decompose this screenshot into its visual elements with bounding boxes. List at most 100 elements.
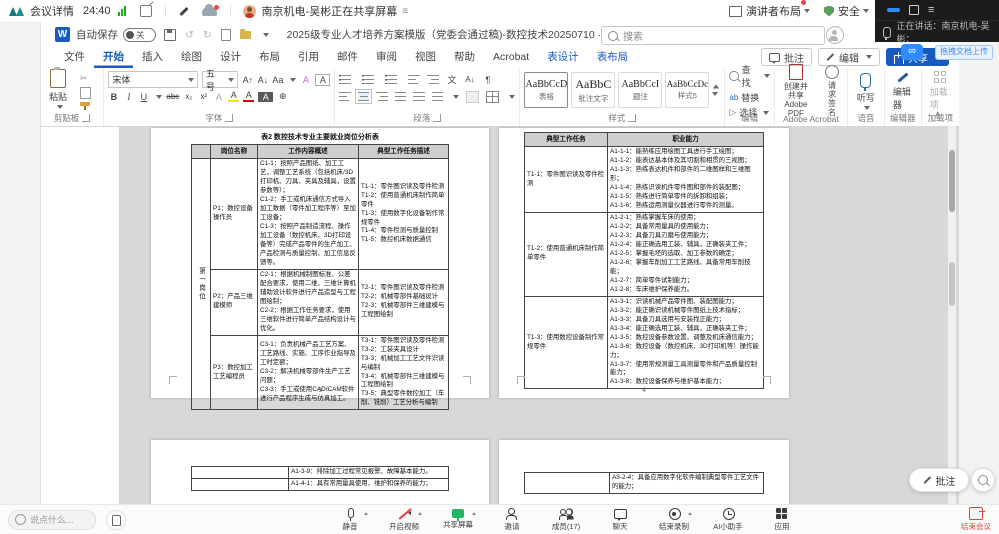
tab-home[interactable]: 开始 — [94, 47, 133, 68]
tab-view[interactable]: 视图 — [406, 47, 445, 68]
change-case-button[interactable]: Aa — [272, 75, 283, 85]
sharing-options-icon[interactable]: ≡ — [402, 6, 408, 17]
line-spacing-button[interactable] — [431, 92, 444, 101]
clear-formatting-button[interactable]: A — [300, 75, 311, 85]
highlight-button[interactable]: A — [228, 91, 240, 102]
undo-icon[interactable]: ↺ — [185, 29, 194, 41]
styles-scroll-up[interactable] — [713, 84, 720, 89]
document-page-1[interactable]: 表2 数控技术专业主要就业岗位分析表 岗位名称 工作内容概述 典型工作任务描述 … — [151, 128, 489, 411]
chat-button[interactable]: 聊天 — [600, 505, 640, 532]
tab-mailings[interactable]: 邮件 — [328, 47, 367, 68]
italic-button[interactable]: I — [123, 92, 134, 102]
subscript-button[interactable]: x₂ — [183, 92, 194, 101]
justify-button[interactable] — [394, 92, 407, 101]
submenu-caret-icon[interactable] — [364, 512, 368, 515]
font-color-button[interactable]: A — [243, 91, 255, 102]
align-center-button[interactable] — [355, 89, 373, 104]
meeting-details-link[interactable]: 会议详情 — [30, 3, 74, 19]
mute-button[interactable]: 静音 — [330, 505, 370, 532]
styles-scroll-down[interactable] — [712, 92, 719, 96]
request-signatures-button[interactable]: 请求 签名 — [821, 64, 843, 118]
tab-help[interactable]: 帮助 — [445, 47, 484, 68]
font-name-select[interactable]: 宋体 — [108, 71, 198, 88]
docs-infinity-badge[interactable]: ∞ — [901, 44, 923, 60]
submenu-caret-icon[interactable] — [472, 512, 476, 515]
panel-menu-icon[interactable]: ≡ — [928, 5, 934, 16]
share-screen-button[interactable]: 共享屏幕 — [438, 505, 478, 530]
tab-references[interactable]: 引用 — [289, 47, 328, 68]
tab-draw[interactable]: 绘图 — [172, 47, 211, 68]
asian-layout-button[interactable]: 文 — [446, 73, 457, 86]
format-painter-button[interactable] — [80, 101, 91, 110]
autosave-toggle[interactable]: 关 — [123, 27, 156, 42]
distribute-button[interactable] — [413, 92, 425, 101]
annotation-pen-icon[interactable] — [178, 6, 189, 17]
font-dialog-launcher[interactable] — [225, 114, 234, 122]
editing-mode-button[interactable]: 编辑 — [818, 48, 880, 66]
scrollbar-thumb[interactable] — [949, 150, 955, 212]
copy-button[interactable] — [80, 84, 95, 99]
replace-button[interactable]: ab 替换 — [729, 91, 769, 104]
start-video-button[interactable]: 开启视频 — [384, 505, 424, 532]
enclose-characters-button[interactable]: ⊕ — [277, 91, 288, 102]
stop-recording-button[interactable]: 结束录制 — [654, 505, 694, 532]
style-table[interactable]: AaBbCcD 表格 — [524, 72, 569, 108]
apps-button[interactable]: 应用 — [762, 505, 802, 532]
increase-indent-button[interactable] — [427, 75, 440, 84]
style-style5[interactable]: AaBbCcDc 样式5 — [665, 72, 710, 108]
tab-design[interactable]: 设计 — [211, 47, 250, 68]
addins-button[interactable]: 加载项 — [926, 71, 955, 111]
vertical-scrollbar[interactable] — [948, 126, 956, 505]
collapse-ribbon-button[interactable]: ∧ — [934, 109, 941, 120]
bold-button[interactable]: B — [108, 92, 119, 102]
redo-icon[interactable]: ↻ — [203, 29, 212, 41]
account-avatar[interactable] — [826, 26, 844, 44]
invite-button[interactable]: 邀请 — [492, 505, 532, 532]
minimize-button[interactable] — [887, 8, 900, 12]
end-meeting-button[interactable]: 结束会议 — [961, 507, 991, 532]
document-page-4[interactable]: A3-2-4：具备应用数字化软件编制典型零件工艺文件的能力； — [499, 440, 789, 505]
chat-input[interactable]: 说点什么... — [8, 509, 96, 530]
style-caption[interactable]: AaBbCcI 题注 — [618, 72, 663, 108]
reactions-button[interactable] — [106, 509, 126, 530]
text-effects-button[interactable]: A — [213, 92, 224, 102]
submenu-caret-icon[interactable] — [688, 512, 692, 515]
new-document-icon[interactable] — [220, 28, 231, 41]
tab-acrobat[interactable]: Acrobat — [484, 47, 538, 68]
shrink-font-button[interactable]: A↓ — [257, 75, 269, 85]
document-page-2[interactable]: 典型工作任务 职业能力 T1-1：零件图识读及零件检测 A1-1-1：能熟练应用… — [499, 128, 789, 398]
character-shading-button[interactable]: A — [258, 91, 274, 102]
borders-button[interactable] — [486, 90, 500, 103]
search-input[interactable]: 搜索 — [601, 26, 825, 45]
restore-window-button[interactable] — [909, 5, 919, 15]
grow-font-button[interactable]: A↑ — [242, 75, 254, 85]
tab-table-design[interactable]: 表设计 — [538, 47, 588, 68]
tab-insert[interactable]: 插入 — [133, 47, 172, 68]
zoom-pill-button[interactable] — [971, 468, 995, 492]
styles-dialog-launcher[interactable] — [628, 114, 637, 122]
cut-button[interactable]: ✂ — [80, 73, 91, 84]
bullets-button[interactable] — [339, 75, 356, 84]
editor-button[interactable]: 编辑器 — [889, 71, 917, 111]
strikethrough-button[interactable]: abc — [166, 92, 179, 101]
tab-file[interactable]: 文件 — [55, 47, 94, 68]
decrease-indent-button[interactable] — [408, 75, 421, 84]
security-button[interactable]: 安全 — [838, 3, 860, 19]
members-button[interactable]: 成员(17) — [546, 505, 586, 532]
submenu-caret-icon[interactable] — [418, 512, 422, 515]
ai-assistant-button[interactable]: AI小助手 — [708, 505, 748, 532]
tab-table-layout[interactable]: 表布局 — [588, 47, 638, 68]
save-icon[interactable] — [164, 28, 176, 41]
underline-button[interactable]: U — [138, 92, 149, 102]
find-button[interactable]: 查找 — [729, 63, 770, 89]
show-marks-button[interactable]: ¶ — [482, 75, 493, 85]
tab-layout[interactable]: 布局 — [250, 47, 289, 68]
tab-review[interactable]: 审阅 — [367, 47, 406, 68]
superscript-button[interactable]: x² — [198, 92, 209, 101]
speaker-layout-button[interactable]: 演讲者布局 — [746, 0, 806, 19]
clipboard-dialog-launcher[interactable] — [82, 114, 91, 122]
shading-button[interactable] — [466, 90, 480, 103]
align-right-button[interactable] — [376, 92, 388, 101]
style-comment-text[interactable]: AaBbC 批注文字 — [571, 72, 616, 108]
quick-access-chevron-icon[interactable] — [262, 32, 269, 37]
